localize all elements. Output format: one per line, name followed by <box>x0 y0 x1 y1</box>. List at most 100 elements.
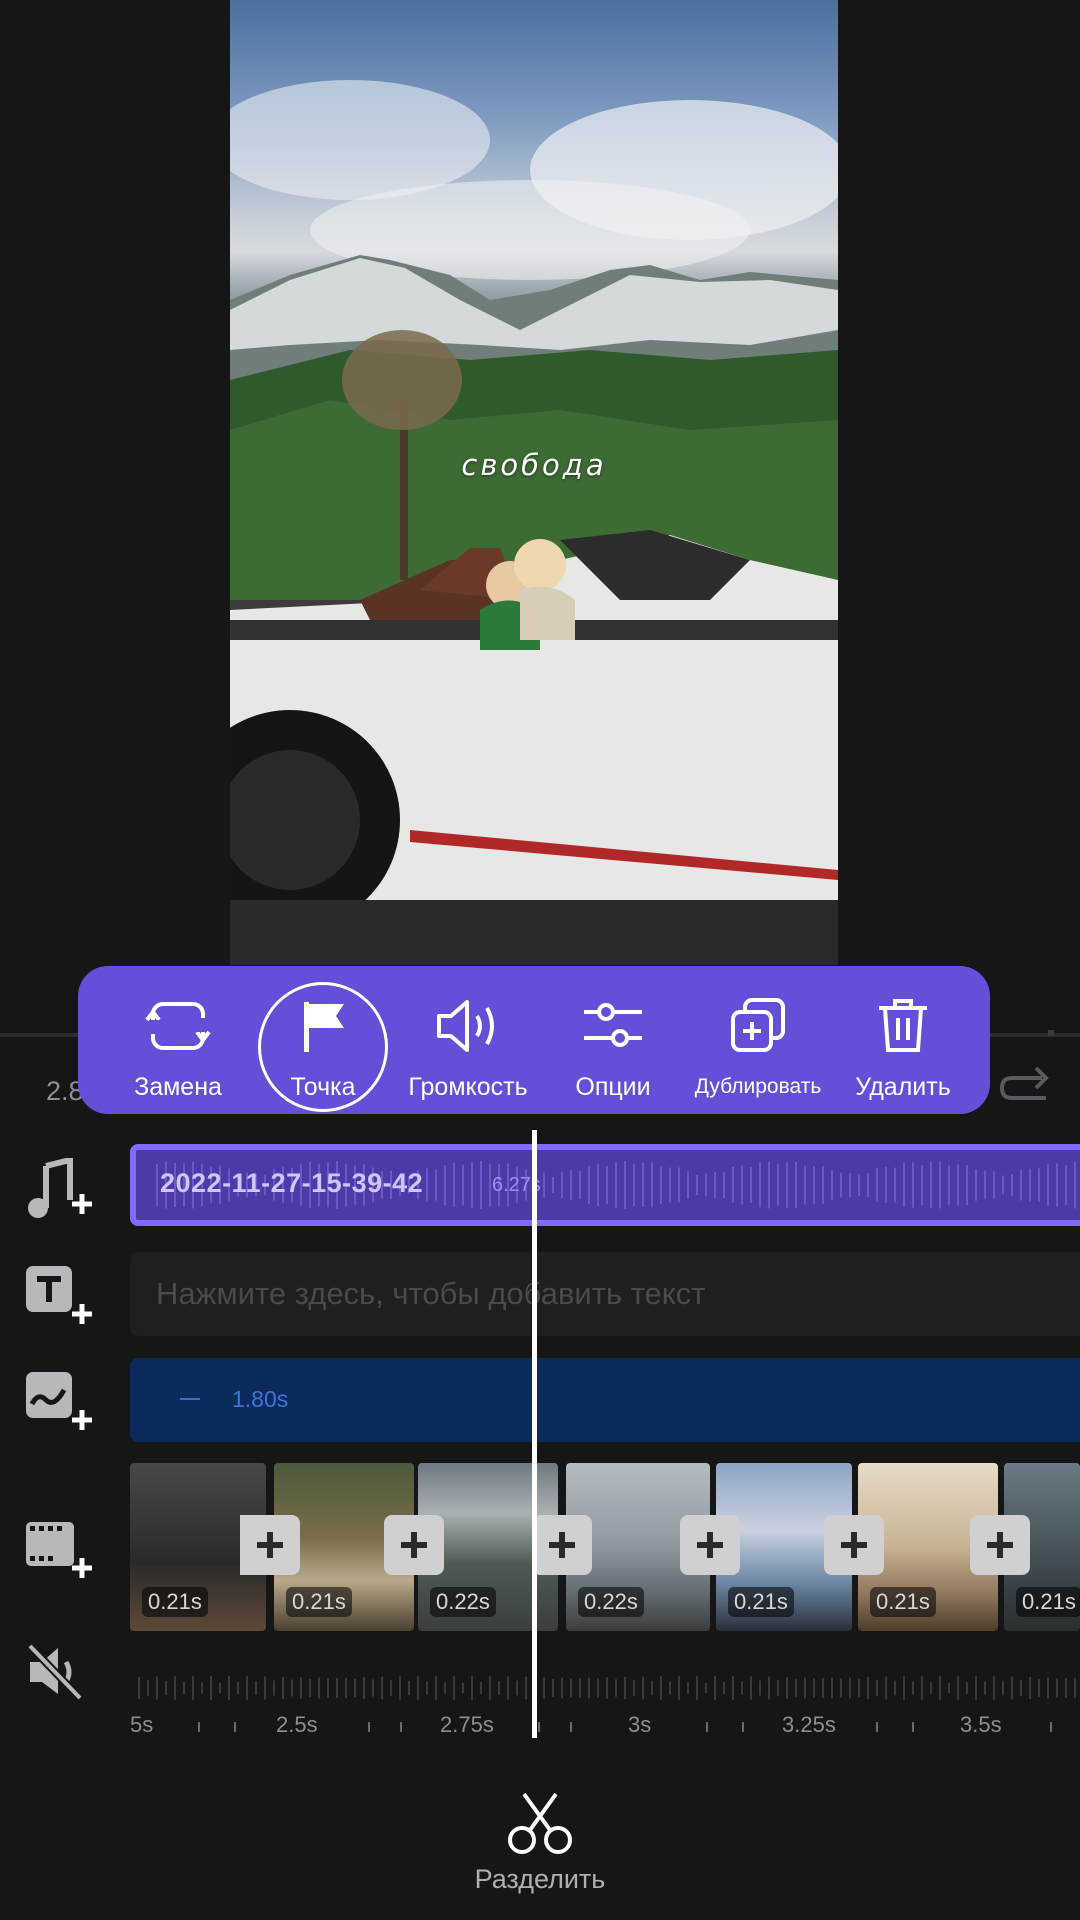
menu-item-options[interactable]: Опции <box>543 966 683 1114</box>
audio-track[interactable]: 2022-11-27-15-39-42 6.27s <box>130 1144 1080 1226</box>
waveform-bar <box>831 1677 833 1699</box>
waveform-bar <box>615 1679 617 1697</box>
menu-item-replace[interactable]: Замена <box>108 966 248 1114</box>
video-preview[interactable]: свобода <box>230 0 838 965</box>
ruler-label: 2.75s <box>440 1712 494 1737</box>
menu-item-duplicate[interactable]: Дублировать <box>688 966 828 1114</box>
clip-duration: 0.22s <box>430 1587 496 1617</box>
sliders-icon <box>584 1003 642 1047</box>
waveform-bar <box>453 1162 455 1208</box>
waveform-bar <box>300 1677 302 1699</box>
ruler-label: 5s <box>130 1712 154 1737</box>
waveform-bar <box>795 1161 797 1209</box>
waveform-bar <box>192 1676 194 1700</box>
waveform-bar <box>183 1681 185 1695</box>
menu-item-delete[interactable]: Удалить <box>833 966 973 1114</box>
ruler-tick <box>1050 1722 1052 1732</box>
waveform-bar <box>237 1681 239 1695</box>
ruler-tick <box>234 1722 236 1732</box>
waveform-bar <box>606 1165 608 1205</box>
waveform-bar <box>606 1677 608 1699</box>
waveform-bar <box>957 1164 959 1206</box>
text-track-placeholder: Нажмите здесь, чтобы добавить текст <box>156 1276 706 1311</box>
waveform-bar <box>219 1682 221 1694</box>
split-button[interactable]: Разделить <box>440 1790 640 1900</box>
ruler-tick <box>570 1722 572 1732</box>
waveform-bar <box>552 1176 554 1194</box>
waveform-bar <box>822 1677 824 1699</box>
waveform-bar <box>597 1164 599 1206</box>
waveform-bar <box>381 1676 383 1700</box>
plus-icon <box>401 1532 427 1558</box>
waveform-bar <box>1029 1168 1031 1202</box>
waveform-bar <box>561 1172 563 1198</box>
add-transition-button[interactable] <box>384 1515 444 1575</box>
waveform-bar <box>939 1161 941 1209</box>
waveform-bar <box>1056 1678 1058 1698</box>
add-effect-button[interactable] <box>24 1370 96 1434</box>
waveform-bar <box>921 1164 923 1206</box>
waveform-bar <box>912 1162 914 1208</box>
waveform-bar <box>543 1172 545 1198</box>
effect-add-icon <box>26 1372 92 1430</box>
waveform-bar <box>741 1681 743 1695</box>
waveform-bar <box>966 1164 968 1206</box>
waveform-bar <box>687 1682 689 1694</box>
add-clip-button[interactable] <box>24 1518 96 1582</box>
waveform-bar <box>426 1168 428 1202</box>
add-transition-button[interactable] <box>240 1515 300 1575</box>
waveform-bar <box>1002 1680 1004 1696</box>
add-transition-button[interactable] <box>680 1515 740 1575</box>
preview-area: свобода <box>0 0 1080 1040</box>
waveform-bar <box>831 1170 833 1200</box>
waveform-bar <box>948 1682 950 1694</box>
clip-edit-menu: Замена Точка Громкость Опции Дублировать… <box>78 966 990 1114</box>
add-text-button[interactable] <box>24 1264 96 1328</box>
waveform-bar <box>642 1163 644 1207</box>
plus-icon <box>841 1532 867 1558</box>
waveform-bar <box>975 1676 977 1700</box>
waveform-bar <box>1056 1163 1058 1207</box>
waveform-bar <box>993 1676 995 1700</box>
waveform-bar <box>732 1166 734 1204</box>
add-transition-button[interactable] <box>824 1515 884 1575</box>
menu-item-volume[interactable]: Громкость <box>398 966 538 1114</box>
waveform-bar <box>318 1677 320 1699</box>
mute-button[interactable] <box>24 1640 96 1704</box>
add-transition-button[interactable] <box>532 1515 592 1575</box>
playhead[interactable] <box>532 1130 537 1738</box>
waveform-bar <box>921 1676 923 1700</box>
timeline[interactable]: 2022-11-27-15-39-42 6.27s Нажмите здесь,… <box>130 1130 1080 1750</box>
flag-icon <box>304 1002 344 1052</box>
waveform-bar <box>750 1167 752 1203</box>
waveform-bar <box>966 1682 968 1694</box>
waveform-bar <box>822 1166 824 1204</box>
waveform-bar <box>156 1163 158 1207</box>
waveform-bar <box>669 1681 671 1695</box>
waveform-bar <box>561 1677 563 1699</box>
waveform-bar <box>768 1161 770 1209</box>
waveform-bar <box>984 1681 986 1695</box>
waveform-bar <box>525 1676 527 1700</box>
waveform-bar <box>444 1165 446 1205</box>
waveform-bar <box>786 1162 788 1208</box>
add-music-button[interactable] <box>24 1156 96 1222</box>
waveform-bar <box>1011 1174 1013 1196</box>
waveform-bar <box>597 1678 599 1698</box>
waveform-bar <box>1074 1677 1076 1699</box>
waveform-bar <box>336 1678 338 1698</box>
effect-marker <box>180 1398 200 1400</box>
waveform-bar <box>849 1677 851 1699</box>
redo-button[interactable] <box>996 1062 1052 1110</box>
waveform-bar <box>489 1163 491 1207</box>
waveform-bar <box>975 1169 977 1201</box>
plus-icon <box>257 1532 283 1558</box>
waveform-bar <box>1065 1677 1067 1699</box>
add-transition-button[interactable] <box>970 1515 1030 1575</box>
clip-duration: 0.21s <box>870 1587 936 1617</box>
effect-track[interactable]: 1.80s <box>130 1358 1080 1442</box>
waveform-bar <box>939 1676 941 1700</box>
ruler-tick <box>706 1722 708 1732</box>
menu-item-point[interactable]: Точка <box>253 966 393 1114</box>
text-track[interactable]: Нажмите здесь, чтобы добавить текст <box>130 1252 1080 1336</box>
